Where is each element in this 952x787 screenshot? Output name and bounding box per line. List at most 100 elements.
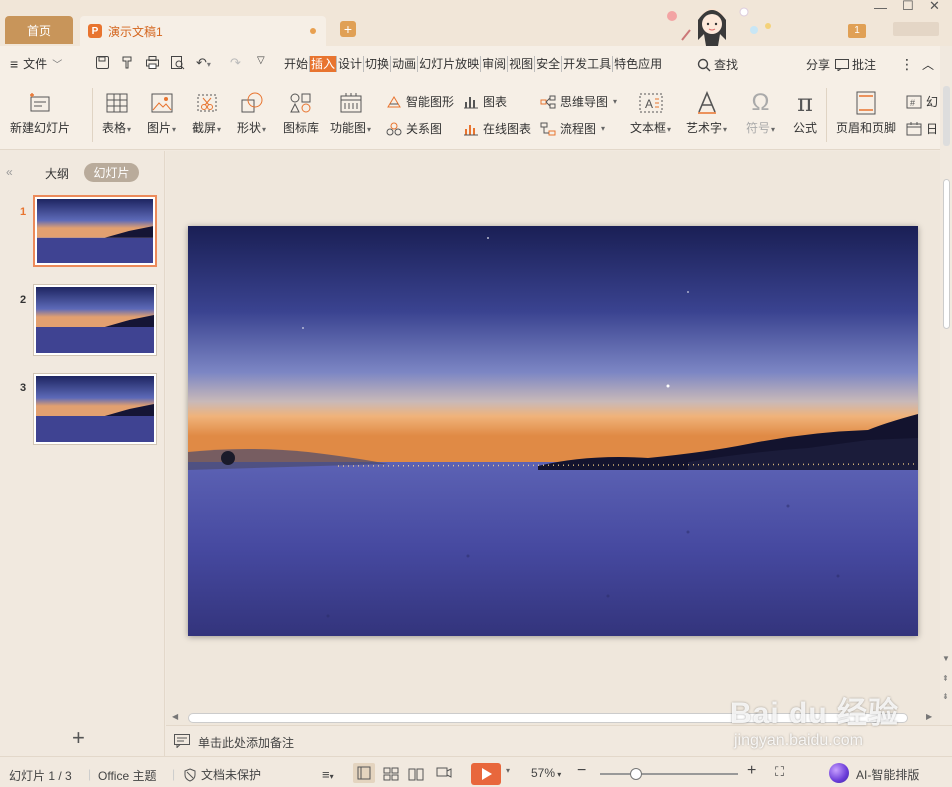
tab-home-label: 首页 <box>26 23 51 38</box>
share-button[interactable]: 分享 <box>806 56 830 73</box>
slide-number-button[interactable]: # 幻 <box>906 93 938 110</box>
tab-home-ribbon[interactable]: 开始 <box>283 56 311 72</box>
editor-horizontal-scrollbar[interactable]: ◀ ▶ <box>166 711 940 725</box>
ribbon-scrollbar-thumb[interactable] <box>943 86 950 146</box>
prev-slide-icon[interactable]: ⇞ <box>942 674 949 683</box>
scroll-right-icon[interactable]: ▶ <box>926 712 932 721</box>
normal-view-button[interactable] <box>353 763 375 783</box>
reading-view-icon[interactable] <box>408 767 424 781</box>
smart-shape-button[interactable]: 智能图形 <box>386 93 454 110</box>
zoom-slider-handle[interactable] <box>630 768 642 780</box>
more-options-icon[interactable]: ⋮ <box>900 56 914 73</box>
date-time-button[interactable]: 日 <box>906 120 938 137</box>
outline-view-tab[interactable]: 大纲 <box>45 165 69 182</box>
slides-panel: « 大纲 幻灯片 1 2 3 + <box>0 151 165 756</box>
zoom-value: 57% <box>531 766 556 780</box>
tab-animations[interactable]: 动画 <box>391 56 419 72</box>
tab-security[interactable]: 安全 <box>535 56 563 72</box>
new-slide-button[interactable]: 新建幻灯片 <box>10 90 70 136</box>
slides-view-tab[interactable]: 幻灯片 <box>84 163 139 182</box>
undo-icon[interactable]: ↶▾ <box>196 55 211 71</box>
minimize-icon[interactable]: — <box>874 0 887 15</box>
zoom-slider[interactable] <box>600 773 738 775</box>
textbox-button[interactable]: A 文本框▾ <box>630 90 671 136</box>
user-avatar[interactable] <box>893 22 939 36</box>
slide-thumbnail[interactable] <box>33 195 157 267</box>
screenshot-button[interactable]: 截屏▾ <box>192 90 221 136</box>
save-icon[interactable] <box>95 55 110 73</box>
slide-thumbnail[interactable] <box>33 373 157 445</box>
print-preview-icon[interactable] <box>170 55 185 73</box>
close-icon[interactable]: ✕ <box>929 0 940 14</box>
wordart-button[interactable]: 艺术字▾ <box>686 90 727 136</box>
print-icon[interactable] <box>145 55 160 73</box>
slide-number-icon: # <box>906 95 922 108</box>
mind-map-button[interactable]: 思维导图 ▾ <box>540 93 617 110</box>
table-button[interactable]: 表格▾ <box>102 90 131 136</box>
online-chart-button[interactable]: 在线图表 <box>463 120 531 137</box>
chart-button[interactable]: 图表 <box>463 93 507 110</box>
scroll-down-icon[interactable]: ▼ <box>942 654 950 663</box>
page-badge[interactable]: 1 <box>848 24 866 38</box>
ai-assistant-icon[interactable] <box>829 763 849 783</box>
function-chart-button[interactable]: 功能图▾ <box>330 90 371 136</box>
new-tab-button[interactable]: + <box>340 21 356 37</box>
tab-features[interactable]: 特色应用 <box>613 56 663 72</box>
vertical-scrollbar-thumb[interactable] <box>943 179 950 329</box>
notes-toggle-icon[interactable]: ≡▾ <box>322 767 334 782</box>
scissors-icon <box>193 90 221 116</box>
slide-counter: 幻灯片 1 / 3 <box>9 769 72 783</box>
header-footer-label: 页眉和页脚 <box>836 121 897 135</box>
document-protection[interactable]: 文档未保护 <box>183 766 261 783</box>
screenshot-label: 截屏 <box>192 121 217 135</box>
play-options-icon[interactable]: ▾ <box>506 766 510 775</box>
tab-insert[interactable]: 插入 <box>310 56 338 72</box>
theme-name[interactable]: Office 主题 <box>98 767 156 784</box>
svg-text:#: # <box>910 98 915 108</box>
customize-toolbar-icon[interactable]: ▽ <box>257 55 265 66</box>
collapse-ribbon-icon[interactable]: ︿ <box>922 56 934 73</box>
shape-label: 形状 <box>237 121 262 135</box>
tab-transitions[interactable]: 切换 <box>364 56 392 72</box>
collapse-panel-icon[interactable]: « <box>6 165 13 179</box>
picture-button[interactable]: 图片▾ <box>147 90 176 136</box>
scroll-left-icon[interactable]: ◀ <box>172 712 178 721</box>
ai-layout-button[interactable]: AI-智能排版 <box>856 766 919 783</box>
horizontal-scrollbar-thumb[interactable] <box>188 713 908 723</box>
shape-button[interactable]: 形状▾ <box>237 90 266 136</box>
comment-icon <box>835 58 849 71</box>
find-button[interactable]: 查找 <box>697 56 738 73</box>
zoom-out-icon[interactable]: − <box>577 762 586 780</box>
formula-button[interactable]: π 公式 <box>791 89 819 136</box>
tab-developer[interactable]: 开发工具 <box>562 56 614 72</box>
next-slide-icon[interactable]: ⇟ <box>942 692 949 701</box>
zoom-in-icon[interactable]: + <box>747 762 756 780</box>
zoom-level[interactable]: 57% ▾ <box>531 766 561 780</box>
slide-canvas[interactable] <box>188 226 918 636</box>
comment-button[interactable]: 批注 <box>835 56 876 73</box>
redo-icon[interactable]: ↷ <box>230 55 241 71</box>
relation-chart-button[interactable]: 关系图 <box>386 120 442 137</box>
add-slide-icon[interactable]: + <box>72 725 85 751</box>
file-menu[interactable]: ≡ 文件 ﹀ <box>10 55 62 72</box>
notes-pane[interactable]: 单击此处添加备注 <box>166 725 952 756</box>
editor-vertical-scrollbar[interactable]: ▼ ⇞ ⇟ <box>940 151 952 711</box>
slide-thumbnail[interactable] <box>33 284 157 356</box>
symbol-button[interactable]: Ω 符号▾ <box>746 89 775 136</box>
tab-home[interactable]: 首页 <box>5 16 73 44</box>
maximize-icon[interactable]: ☐ <box>902 0 914 14</box>
tab-review[interactable]: 审阅 <box>481 56 509 72</box>
play-slideshow-button[interactable] <box>471 763 501 785</box>
slide-sorter-icon[interactable] <box>383 767 399 781</box>
header-footer-button[interactable]: 页眉和页脚 <box>836 90 896 136</box>
tab-design[interactable]: 设计 <box>337 56 365 72</box>
smart-shape-icon <box>387 95 401 107</box>
presenter-view-icon[interactable] <box>436 767 452 781</box>
tab-slideshow[interactable]: 幻灯片放映 <box>418 56 482 72</box>
fit-window-icon[interactable]: ⛶ <box>775 764 784 780</box>
format-painter-icon[interactable] <box>120 55 135 73</box>
tab-document[interactable]: P 演示文稿1 <box>80 16 326 46</box>
flowchart-button[interactable]: 流程图 ▾ <box>540 120 605 137</box>
tab-view[interactable]: 视图 <box>508 56 536 72</box>
icon-library-button[interactable]: 图标库 <box>283 90 319 136</box>
